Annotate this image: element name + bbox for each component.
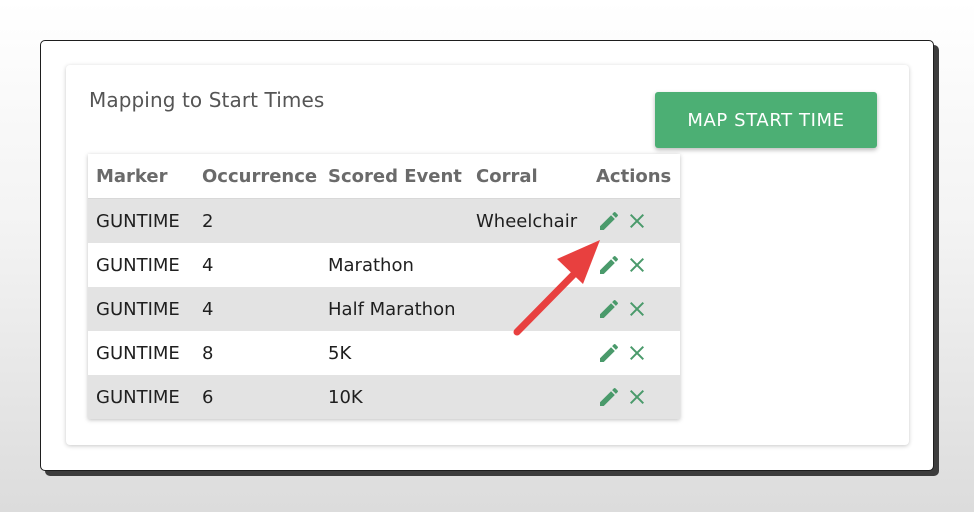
cell-actions <box>588 331 680 375</box>
cell-marker: GUNTIME <box>88 287 194 331</box>
table-row: GUNTIME 4 Half Marathon <box>88 287 680 331</box>
start-times-card: Mapping to Start Times MAP START TIME Ma… <box>66 65 909 445</box>
cell-marker: GUNTIME <box>96 254 180 276</box>
pencil-icon[interactable] <box>597 253 621 277</box>
table-row: GUNTIME 6 10K <box>88 375 680 419</box>
cell-corral <box>468 375 588 419</box>
cell-scored-event: 10K <box>320 375 468 419</box>
cell-occurrence: 6 <box>194 375 320 419</box>
pencil-icon[interactable] <box>597 341 621 365</box>
cell-scored-event: Half Marathon <box>320 287 468 331</box>
table-row: GUNTIME 4 Marathon <box>88 243 680 287</box>
column-header-occurrence: Occurrence <box>194 154 320 199</box>
table-row: GUNTIME 8 5K <box>88 331 680 375</box>
cell-actions <box>588 287 680 331</box>
pencil-icon[interactable] <box>597 209 621 233</box>
cell-marker: GUNTIME <box>96 342 180 364</box>
cell-occurrence: 8 <box>202 342 214 364</box>
start-times-table: Marker Occurrence Scored Event Corral Ac… <box>88 154 680 419</box>
screenshot-frame: Mapping to Start Times MAP START TIME Ma… <box>40 40 934 471</box>
table-header-row: Marker Occurrence Scored Event Corral Ac… <box>88 154 680 199</box>
map-start-time-button[interactable]: MAP START TIME <box>655 92 877 148</box>
pencil-icon[interactable] <box>597 297 621 321</box>
table-row: GUNTIME 2 Wheelchair <box>88 198 680 243</box>
cell-occurrence: 4 <box>194 287 320 331</box>
close-icon[interactable] <box>625 209 649 233</box>
cell-actions <box>588 198 680 243</box>
cell-occurrence: 4 <box>202 254 214 276</box>
cell-scored-event <box>320 198 468 243</box>
cell-actions <box>588 375 680 419</box>
column-header-actions: Actions <box>588 154 680 199</box>
close-icon[interactable] <box>625 341 649 365</box>
column-header-corral: Corral <box>468 154 588 199</box>
cell-corral: Wheelchair <box>468 198 588 243</box>
cell-actions <box>588 243 680 287</box>
close-icon[interactable] <box>625 385 649 409</box>
cell-scored-event: Marathon <box>328 254 414 276</box>
cell-scored-event: 5K <box>328 342 352 364</box>
column-header-scored-event: Scored Event <box>320 154 468 199</box>
pencil-icon[interactable] <box>597 385 621 409</box>
cell-corral <box>468 287 588 331</box>
cell-occurrence: 2 <box>194 198 320 243</box>
close-icon[interactable] <box>625 253 649 277</box>
card-title: Mapping to Start Times <box>89 88 325 112</box>
close-icon[interactable] <box>625 297 649 321</box>
cell-marker: GUNTIME <box>88 375 194 419</box>
cell-corral <box>468 331 588 375</box>
cell-marker: GUNTIME <box>88 198 194 243</box>
cell-corral <box>468 243 588 287</box>
column-header-marker: Marker <box>88 154 194 199</box>
